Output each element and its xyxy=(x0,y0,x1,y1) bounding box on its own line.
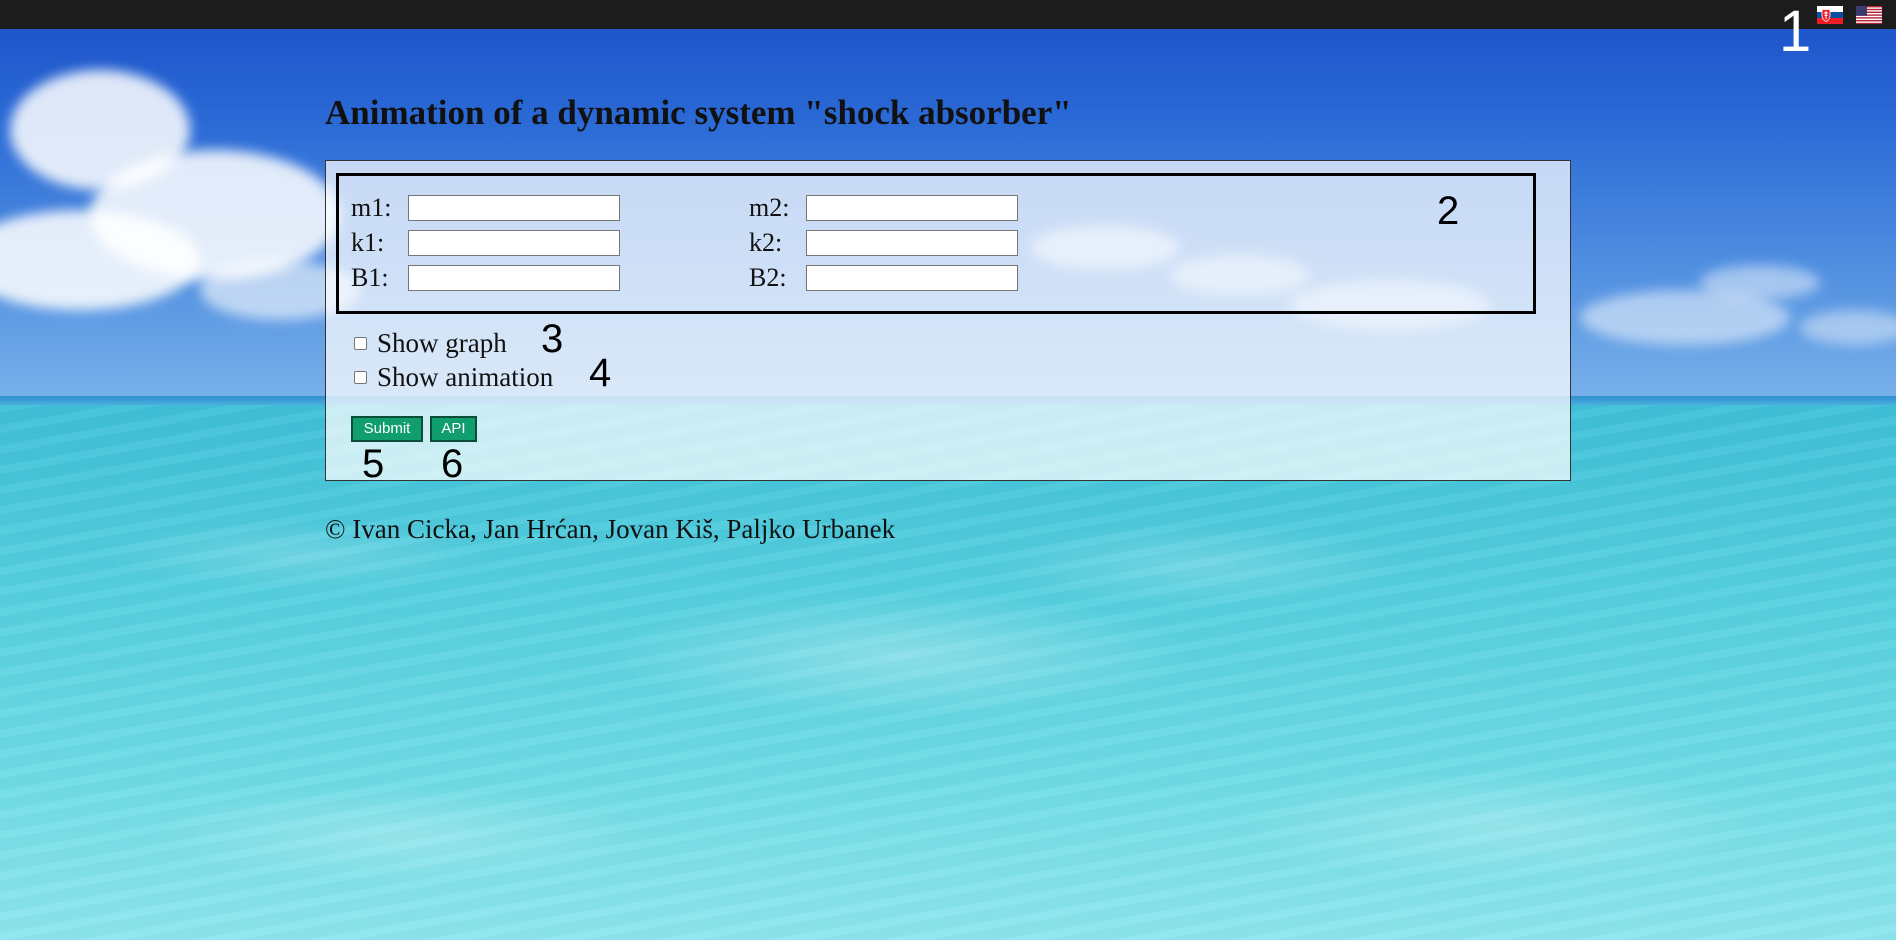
annotation-marker: 3 xyxy=(541,317,564,361)
top-bar xyxy=(0,0,1896,29)
k1-input[interactable] xyxy=(408,230,620,256)
annotation-marker: 5 xyxy=(362,442,385,486)
show-animation-label[interactable]: Show animation xyxy=(377,362,553,393)
copyright-footer: © Ivan Cicka, Jan Hrćan, Jovan Kiš, Palj… xyxy=(325,514,896,544)
b2-input[interactable] xyxy=(806,265,1018,291)
submit-button[interactable]: Submit xyxy=(351,416,423,442)
annotation-marker: 2 xyxy=(1437,189,1460,233)
param-row-m1: m1: xyxy=(351,193,620,223)
annotation-marker: 6 xyxy=(441,442,464,486)
api-button[interactable]: API xyxy=(430,416,477,442)
show-graph-option: Show graph xyxy=(354,328,507,359)
m1-input[interactable] xyxy=(408,195,620,221)
page-title: Animation of a dynamic system "shock abs… xyxy=(325,93,1072,132)
annotation-marker: 1 xyxy=(1779,0,1812,64)
slovak-flag-icon[interactable] xyxy=(1817,6,1843,24)
form-panel: m1: k1: B1: m2: k2: B2: 2 Show graph 3 S… xyxy=(325,160,1571,486)
param-row-k1: k1: xyxy=(351,228,620,258)
m2-label: m2: xyxy=(749,193,790,222)
param-row-b1: B1: xyxy=(351,263,620,293)
show-animation-checkbox[interactable] xyxy=(354,371,367,384)
show-graph-checkbox[interactable] xyxy=(354,337,367,350)
parameters-box: m1: k1: B1: m2: k2: B2: 2 xyxy=(336,173,1536,314)
show-animation-option: Show animation xyxy=(354,362,553,393)
k2-label: k2: xyxy=(749,228,783,257)
annotation-marker: 4 xyxy=(589,351,612,395)
k2-input[interactable] xyxy=(806,230,1018,256)
cloud xyxy=(1700,265,1820,300)
us-flag-icon[interactable] xyxy=(1856,6,1882,24)
m1-label: m1: xyxy=(351,193,392,222)
b1-input[interactable] xyxy=(408,265,620,291)
b2-label: B2: xyxy=(749,263,787,292)
m2-input[interactable] xyxy=(806,195,1018,221)
k1-label: k1: xyxy=(351,228,385,257)
b1-label: B1: xyxy=(351,263,389,292)
sea xyxy=(0,405,1896,940)
param-row-k2: k2: xyxy=(749,228,1018,258)
show-graph-label[interactable]: Show graph xyxy=(377,328,507,359)
param-row-b2: B2: xyxy=(749,263,1018,293)
param-row-m2: m2: xyxy=(749,193,1018,223)
